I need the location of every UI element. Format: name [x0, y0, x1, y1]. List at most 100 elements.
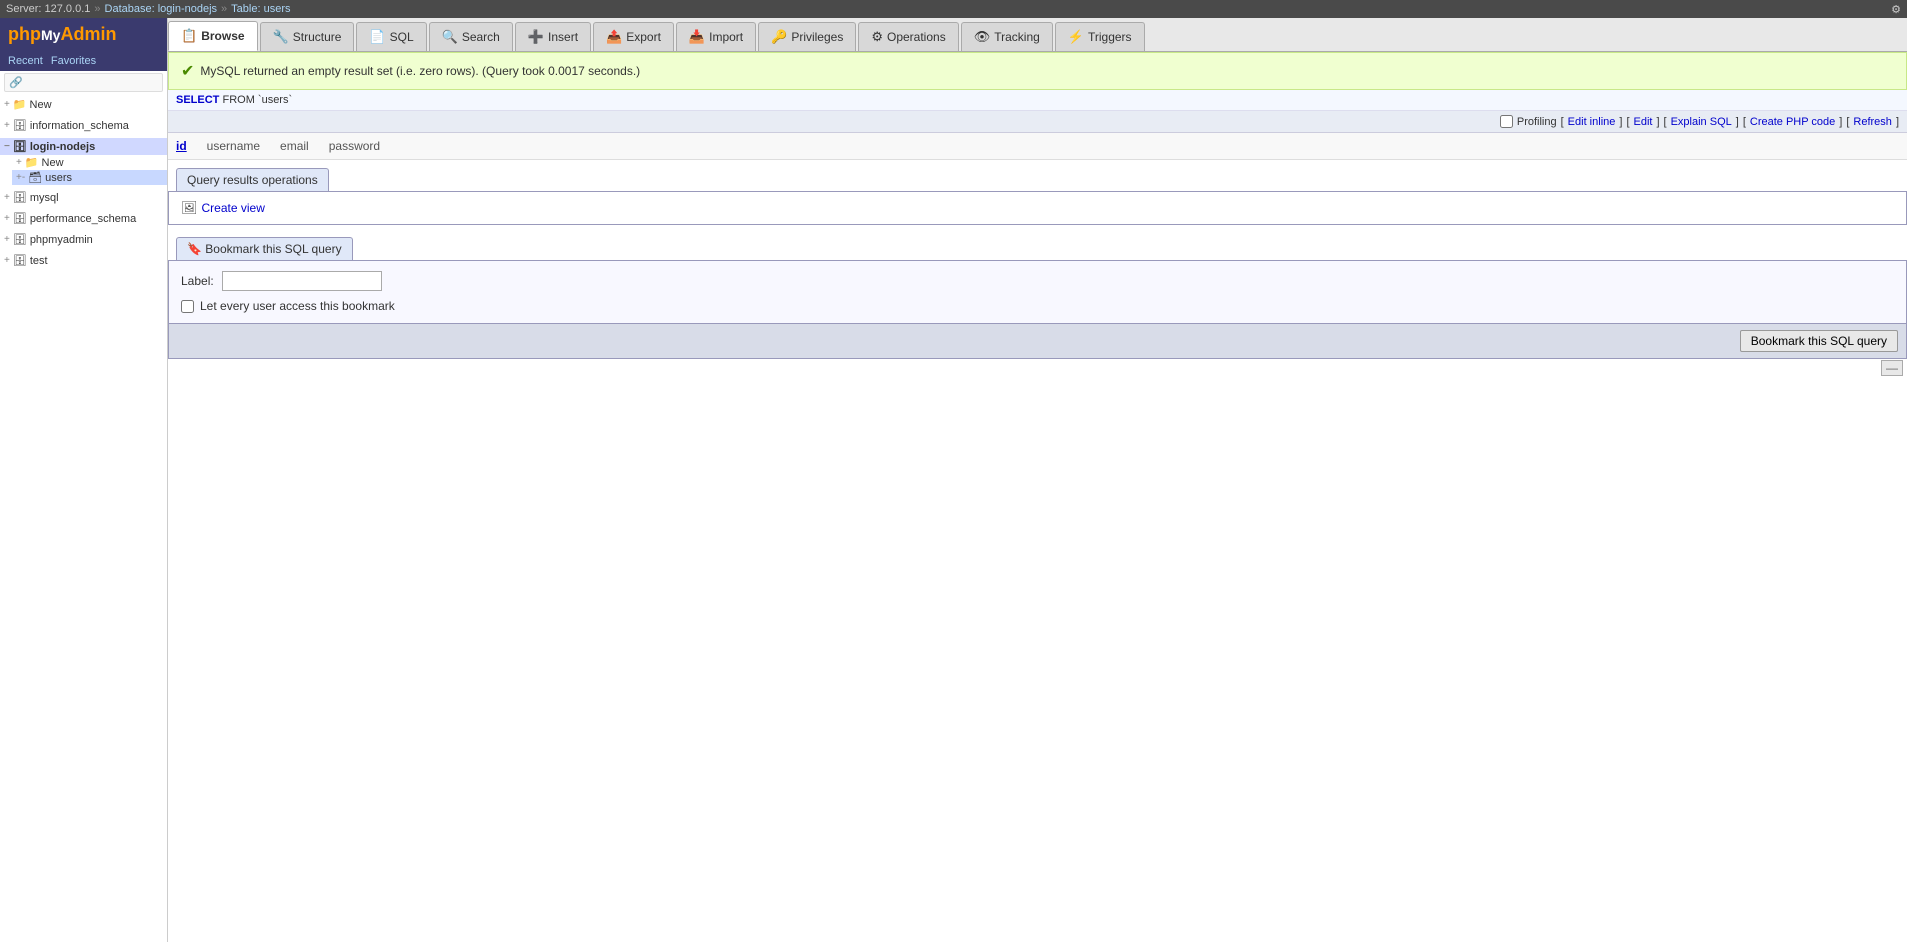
- tab-export[interactable]: 📤 Export: [593, 22, 674, 51]
- tab-tracking[interactable]: 👁 Tracking: [961, 22, 1053, 51]
- success-check-icon: ✔: [181, 61, 194, 81]
- query-results-tab[interactable]: Query results operations: [176, 168, 329, 191]
- topbar: Server: 127.0.0.1 » Database: login-node…: [0, 0, 1907, 18]
- db-child-new[interactable]: + 📁 New: [12, 155, 167, 170]
- sql-keyword-select: SELECT: [176, 94, 219, 106]
- create-view-link[interactable]: 🖼 Create view: [181, 200, 1894, 216]
- create-view-label: Create view: [202, 201, 265, 215]
- col-id[interactable]: id: [176, 139, 187, 153]
- sql-icon: 📄: [369, 29, 385, 45]
- breadcrumb-server[interactable]: Server: 127.0.0.1: [6, 3, 90, 15]
- tab-import[interactable]: 📥 Import: [676, 22, 756, 51]
- tab-browse[interactable]: 📋 Browse: [168, 21, 258, 51]
- bookmark-label-input[interactable]: [222, 271, 382, 291]
- db-expand-mysql: +: [4, 192, 10, 203]
- tab-privileges[interactable]: 🔑 Privileges: [758, 22, 856, 51]
- prof-sep3: [: [1626, 116, 1629, 128]
- db-row-information[interactable]: + 🗄 information_schema: [0, 117, 167, 134]
- db-group-phpmyadmin: + 🗄 phpmyadmin: [0, 231, 167, 248]
- tab-bar: 📋 Browse 🔧 Structure 📄 SQL 🔍 Search ➕ In…: [168, 18, 1907, 52]
- db-label-performance: performance_schema: [30, 213, 136, 225]
- sidebar-nav-top: Recent Favorites: [0, 51, 167, 71]
- db-child-users[interactable]: +- 🗃 users: [12, 170, 167, 185]
- refresh-link[interactable]: Refresh: [1853, 116, 1892, 128]
- settings-icon[interactable]: ⚙: [1891, 3, 1901, 16]
- prof-sep8: ]: [1839, 116, 1842, 128]
- logo-admin: Admin: [60, 24, 116, 44]
- prof-sep1: [: [1561, 116, 1564, 128]
- db-row-new[interactable]: + 📁 New: [0, 96, 167, 113]
- view-icon: 🖼: [181, 200, 198, 216]
- export-icon: 📤: [606, 29, 622, 45]
- prof-sep5: [: [1664, 116, 1667, 128]
- child-expand-users: +-: [16, 172, 25, 183]
- db-expand-test: +: [4, 255, 10, 266]
- every-user-checkbox[interactable]: [181, 300, 194, 313]
- db-icon-phpmyadmin: 🗄: [13, 233, 27, 246]
- bookmark-footer: Bookmark this SQL query: [168, 324, 1907, 359]
- tab-operations-label: Operations: [887, 30, 946, 44]
- sidebar-logo: phpMyAdmin: [8, 24, 116, 45]
- checkbox-row: Let every user access this bookmark: [181, 299, 1894, 313]
- tab-operations[interactable]: ⚙ Operations: [858, 22, 958, 51]
- profiling-checkbox[interactable]: [1500, 115, 1513, 128]
- sql-rest: FROM `users`: [222, 94, 292, 106]
- query-results-body: 🖼 Create view: [168, 191, 1907, 225]
- sidebar-header: phpMyAdmin: [0, 18, 167, 51]
- db-row-test[interactable]: + 🗄 test: [0, 252, 167, 269]
- db-group-login-nodejs: − 🗄 login-nodejs + 📁 New +- 🗃 users: [0, 138, 167, 185]
- db-group-mysql: + 🗄 mysql: [0, 189, 167, 206]
- create-php-link[interactable]: Create PHP code: [1750, 116, 1835, 128]
- db-group-information: + 🗄 information_schema: [0, 117, 167, 134]
- query-results-section: Query results operations 🖼 Create view: [168, 168, 1907, 225]
- success-message: MySQL returned an empty result set (i.e.…: [200, 64, 640, 78]
- tab-triggers[interactable]: ⚡ Triggers: [1055, 22, 1145, 51]
- edit-link[interactable]: Edit: [1634, 116, 1653, 128]
- db-expand-information: +: [4, 120, 10, 131]
- tab-browse-label: Browse: [201, 29, 244, 43]
- db-row-login-nodejs[interactable]: − 🗄 login-nodejs: [0, 138, 167, 155]
- edit-inline-link[interactable]: Edit inline: [1568, 116, 1616, 128]
- db-label-mysql: mysql: [30, 192, 59, 204]
- tab-structure-label: Structure: [293, 30, 342, 44]
- minimize-icon[interactable]: —: [1881, 360, 1903, 376]
- prof-sep4: ]: [1656, 116, 1659, 128]
- main: 📋 Browse 🔧 Structure 📄 SQL 🔍 Search ➕ In…: [168, 18, 1907, 942]
- explain-sql-link[interactable]: Explain SQL: [1671, 116, 1732, 128]
- tab-privileges-label: Privileges: [791, 30, 843, 44]
- tab-import-label: Import: [709, 30, 743, 44]
- tracking-icon: 👁: [974, 29, 991, 45]
- col-email: email: [280, 139, 309, 153]
- db-icon-performance: 🗄: [13, 212, 27, 225]
- recent-link[interactable]: Recent: [8, 55, 43, 67]
- db-row-phpmyadmin[interactable]: + 🗄 phpmyadmin: [0, 231, 167, 248]
- tab-structure[interactable]: 🔧 Structure: [260, 22, 355, 51]
- prof-sep2: ]: [1619, 116, 1622, 128]
- db-label-test: test: [30, 255, 48, 267]
- breadcrumb-table[interactable]: Table: users: [231, 3, 290, 15]
- logo-my: My: [41, 27, 60, 43]
- link-icon: 🔗: [9, 76, 23, 89]
- label-row: Label:: [181, 271, 1894, 291]
- breadcrumb-database[interactable]: Database: login-nodejs: [105, 3, 218, 15]
- db-group-performance: + 🗄 performance_schema: [0, 210, 167, 227]
- content: ✔ MySQL returned an empty result set (i.…: [168, 52, 1907, 942]
- tab-triggers-label: Triggers: [1088, 30, 1132, 44]
- tab-sql[interactable]: 📄 SQL: [356, 22, 426, 51]
- favorites-link[interactable]: Favorites: [51, 55, 96, 67]
- db-children-login-nodejs: + 📁 New +- 🗃 users: [0, 155, 167, 185]
- bookmark-tab[interactable]: 🔖 Bookmark this SQL query: [176, 237, 353, 260]
- db-row-performance[interactable]: + 🗄 performance_schema: [0, 210, 167, 227]
- tab-insert[interactable]: ➕ Insert: [515, 22, 591, 51]
- success-banner: ✔ MySQL returned an empty result set (i.…: [168, 52, 1907, 90]
- db-icon-mysql: 🗄: [13, 191, 27, 204]
- logo-php: php: [8, 24, 41, 44]
- db-expand-phpmyadmin: +: [4, 234, 10, 245]
- tab-insert-label: Insert: [548, 30, 578, 44]
- sidebar-link-row[interactable]: 🔗: [4, 73, 163, 92]
- db-group-test: + 🗄 test: [0, 252, 167, 269]
- tab-search[interactable]: 🔍 Search: [429, 22, 513, 51]
- db-row-mysql[interactable]: + 🗄 mysql: [0, 189, 167, 206]
- prof-sep9: [: [1846, 116, 1849, 128]
- bookmark-submit-button[interactable]: Bookmark this SQL query: [1740, 330, 1898, 352]
